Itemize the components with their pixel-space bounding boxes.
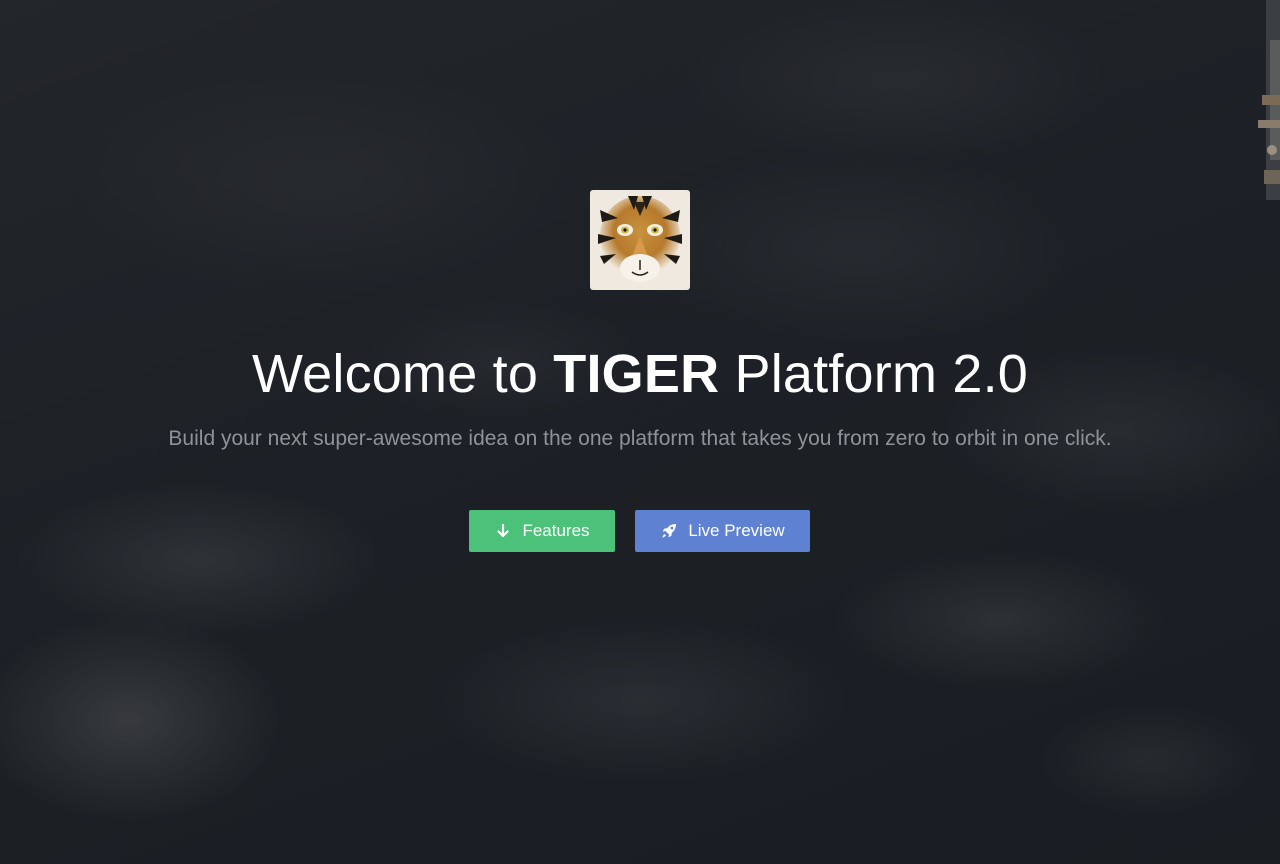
- live-preview-button-label: Live Preview: [688, 521, 785, 540]
- live-preview-button[interactable]: Live Preview: [635, 510, 810, 552]
- page-title: Welcome to TIGER Platform 2.0: [0, 338, 1280, 410]
- features-button-label: Features: [522, 521, 590, 540]
- arrow-down-icon: [494, 522, 512, 540]
- features-button[interactable]: Features: [469, 510, 615, 552]
- tiger-logo: [590, 190, 690, 290]
- title-suffix: Platform 2.0: [719, 344, 1029, 404]
- page-subtitle: Build your next super-awesome idea on th…: [168, 427, 1112, 450]
- satellite-image: [1258, 0, 1280, 200]
- rocket-icon: [660, 522, 678, 540]
- hero-section: Welcome to TIGER Platform 2.0 Build your…: [0, 0, 1280, 864]
- title-prefix: Welcome to: [251, 344, 554, 404]
- title-brand: TIGER: [553, 344, 720, 404]
